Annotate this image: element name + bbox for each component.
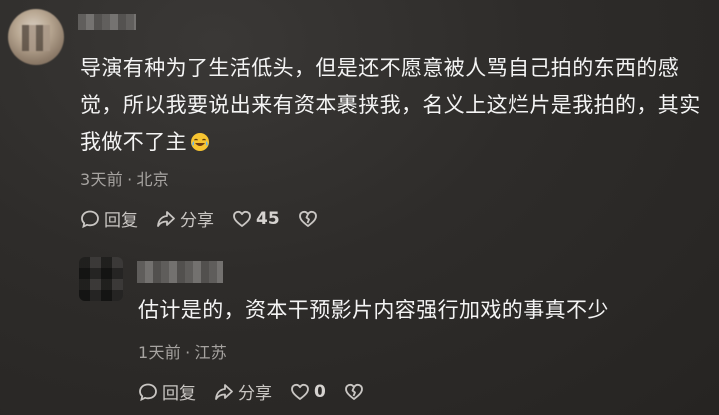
username-blurred[interactable] (78, 14, 136, 30)
comment-icon (81, 210, 99, 228)
avatar[interactable] (8, 9, 64, 65)
comment-text: 导演有种为了生活低头，但是还不愿意被人骂自己拍的东西的感觉，所以我要说出来有资本… (80, 50, 710, 161)
reply-avatar[interactable] (79, 257, 123, 301)
reply-share-button[interactable]: 分享 (214, 379, 272, 404)
comment-location: 北京 (136, 170, 170, 189)
share-label: 分享 (180, 211, 214, 231)
like-button[interactable]: 45 (232, 209, 280, 229)
reply-label: 回复 (162, 384, 196, 404)
broken-heart-icon (344, 383, 363, 400)
reply-label: 回复 (104, 211, 138, 231)
meta-separator: · (127, 170, 133, 189)
share-button[interactable]: 分享 (156, 206, 214, 231)
reply-button[interactable]: 回复 (80, 206, 138, 231)
reply-meta: 1天前 · 江苏 (138, 339, 227, 363)
heart-icon (291, 383, 309, 400)
comment-meta: 3天前 · 北京 (80, 166, 169, 190)
reply-actions: 回复 分享 0 (138, 379, 382, 404)
comment-actions: 回复 分享 45 (80, 206, 336, 231)
reply-reply-button[interactable]: 回复 (138, 379, 196, 404)
comment-icon (139, 383, 157, 401)
meta-separator: · (185, 343, 191, 362)
share-icon (157, 210, 175, 227)
share-label: 分享 (238, 384, 272, 404)
reply-time: 1天前 (138, 343, 182, 362)
like-count: 45 (256, 208, 280, 229)
comment-time: 3天前 (80, 170, 124, 189)
reply-like-button[interactable]: 0 (290, 382, 326, 402)
share-icon (215, 383, 233, 400)
reply-location: 江苏 (194, 343, 228, 362)
heart-icon (233, 210, 251, 227)
reply-dislike-button[interactable] (344, 382, 364, 402)
comment-body: 导演有种为了生活低头，但是还不愿意被人骂自己拍的东西的感觉，所以我要说出来有资本… (80, 56, 701, 154)
reply-username-blurred[interactable] (137, 261, 223, 283)
broken-heart-icon (298, 210, 317, 227)
reply-text: 估计是的，资本干预影片内容强行加戏的事真不少 (138, 298, 609, 322)
like-count: 0 (314, 381, 326, 402)
crying-laughing-emoji-icon (191, 133, 209, 151)
dislike-button[interactable] (298, 209, 318, 229)
